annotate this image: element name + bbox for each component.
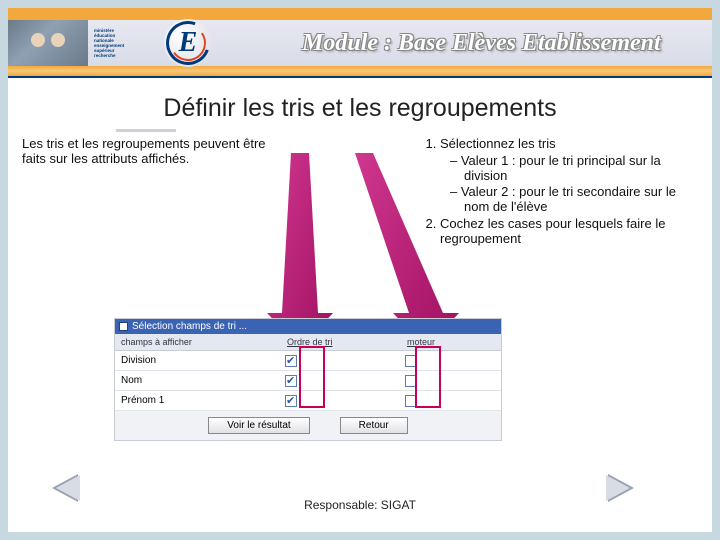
col-fields-label: champs à afficher [115,334,285,350]
row-label: Nom [115,375,285,386]
title-underline [116,129,176,132]
back-button[interactable]: Retour [340,417,408,434]
step-1-sub-2: Valeur 2 : pour le tri secondaire sur le… [450,184,698,214]
order-checkbox[interactable] [285,395,297,407]
group-checkbox[interactable] [405,355,417,367]
ministry-text: ministère éducation nationale enseigneme… [94,22,158,64]
row-label: Prénom 1 [115,395,285,406]
view-result-button[interactable]: Voir le résultat [208,417,309,434]
steps-list: Sélectionnez les tris Valeur 1 : pour le… [440,136,698,246]
panel-header: Sélection champs de tri ... [115,319,501,334]
order-checkbox[interactable] [285,355,297,367]
students-photo [8,20,88,66]
footer-text: Responsable: SIGAT [8,498,712,512]
table-row: Prénom 1 [115,391,501,411]
col-order-label: Ordre de tri [285,334,405,350]
module-title: Module : Base Elèves Etablissement [302,30,661,57]
page-title: Définir les tris et les regroupements [8,94,712,123]
table-row: Division [115,351,501,371]
step-2: Cochez les cases pour lesquels faire le … [440,216,698,246]
sort-selection-panel: Sélection champs de tri ... champs à aff… [114,318,502,441]
order-checkbox[interactable] [285,375,297,387]
intro-text: Les tris et les regroupements peuvent êt… [22,136,277,166]
col-group-label: moteur [405,334,501,350]
group-checkbox[interactable] [405,395,417,407]
step-1-sub-1: Valeur 1 : pour le tri principal sur la … [450,153,698,183]
panel-header-icon [119,322,128,331]
row-label: Division [115,355,285,366]
table-row: Nom [115,371,501,391]
group-checkbox[interactable] [405,375,417,387]
education-logo: E [164,19,212,67]
header-banner: ministère éducation nationale enseigneme… [8,8,712,86]
step-1: Sélectionnez les tris [440,136,556,151]
